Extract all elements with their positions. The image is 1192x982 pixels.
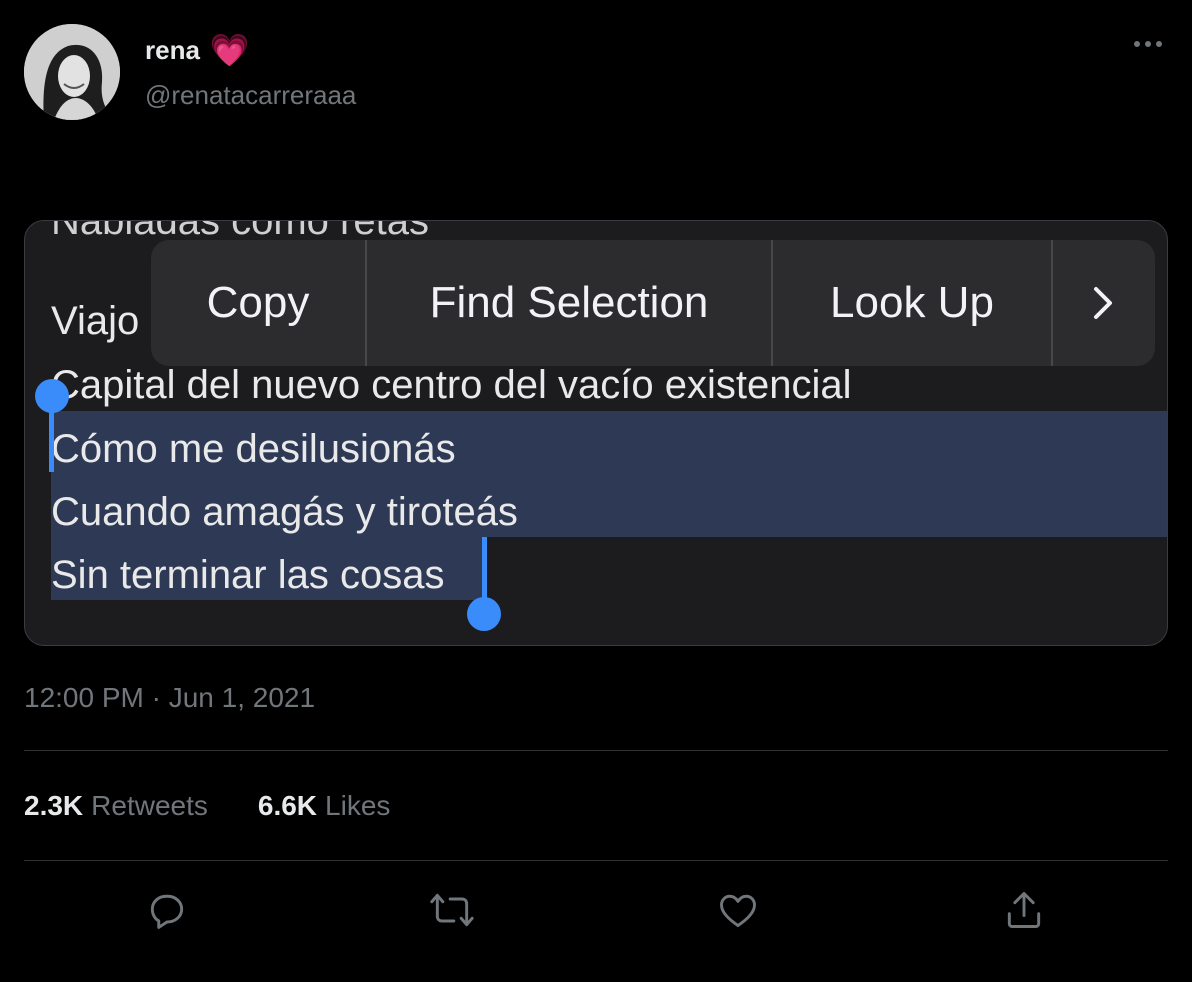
like-icon[interactable] [714, 886, 762, 934]
menu-more-chevron-icon[interactable] [1053, 240, 1153, 366]
share-icon[interactable] [1000, 886, 1048, 934]
likes-label: Likes [325, 790, 391, 821]
heart-emoji: 💗 [209, 32, 250, 68]
tweet-media[interactable]: Nabiadas como retas Viajo Capital del nu… [24, 220, 1168, 646]
text-line-4: Cuando amagás y tiroteás [51, 490, 518, 534]
retweets-stat[interactable]: 2.3K Retweets [24, 790, 208, 822]
more-icon[interactable] [1128, 28, 1168, 60]
context-menu-pointer [501, 345, 545, 365]
divider [24, 750, 1168, 751]
tweet-stats: 2.3K Retweets 6.6K Likes [24, 790, 390, 822]
retweet-icon[interactable] [428, 886, 476, 934]
tweet-timestamp[interactable]: 12:00 PM · Jun 1, 2021 [24, 682, 315, 714]
user-handle[interactable]: @renatacarreraaa [145, 80, 356, 111]
text-line-5: Sin terminar las cosas [51, 553, 445, 597]
text-line-2: Capital del nuevo centro del vacío exist… [51, 363, 852, 407]
context-menu: Copy Find Selection Look Up [151, 240, 1155, 366]
menu-look-up[interactable]: Look Up [773, 240, 1051, 366]
display-name-text: rena [145, 34, 200, 65]
divider [24, 860, 1168, 861]
retweets-label: Retweets [91, 790, 208, 821]
likes-stat[interactable]: 6.6K Likes [258, 790, 391, 822]
text-line-1: Viajo [51, 299, 140, 343]
selection-start-bar [49, 397, 54, 472]
selection-end-handle[interactable] [467, 597, 501, 631]
reply-icon[interactable] [143, 886, 191, 934]
menu-copy[interactable]: Copy [151, 240, 365, 366]
likes-count: 6.6K [257, 790, 318, 821]
display-name[interactable]: rena 💗 [145, 34, 250, 66]
avatar[interactable] [24, 24, 120, 120]
retweets-count: 2.3K [24, 790, 84, 821]
text-line-3: Cómo me desilusionás [51, 427, 456, 471]
menu-find-selection[interactable]: Find Selection [367, 240, 771, 366]
